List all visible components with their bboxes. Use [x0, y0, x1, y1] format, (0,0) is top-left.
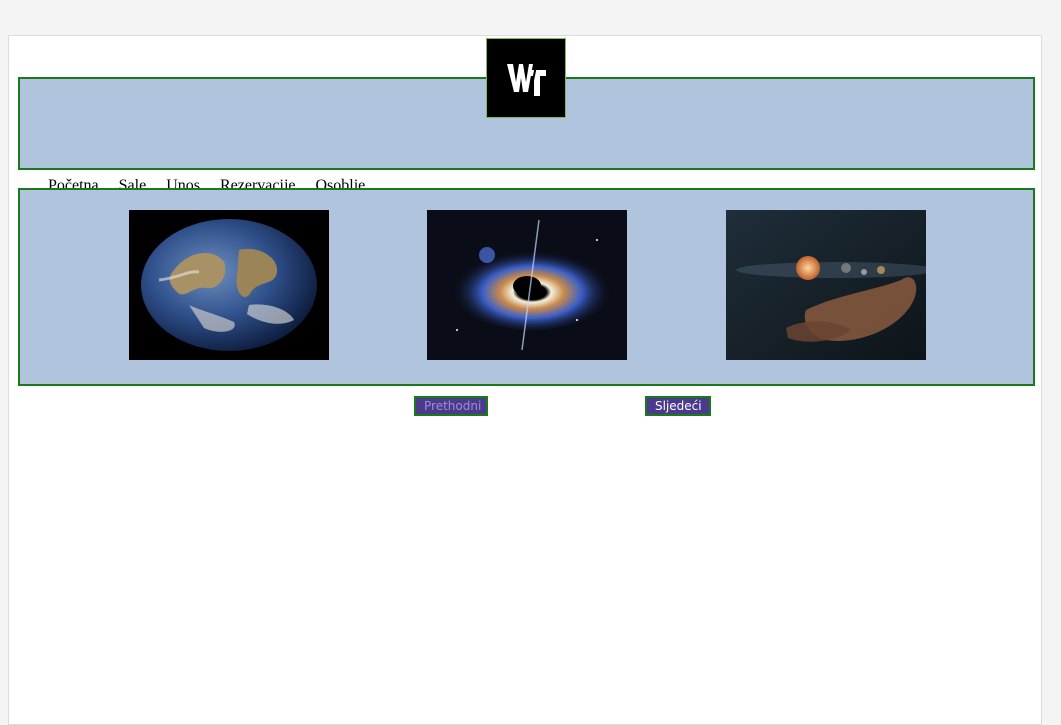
gallery-image-black-hole[interactable] [427, 210, 627, 360]
page-container: Početna Sale Unos Rezervacije Osoblje Pr… [8, 35, 1042, 725]
image-gallery [18, 188, 1035, 386]
next-button[interactable]: Sljedeći [645, 396, 711, 416]
gallery-image-hand-planets[interactable] [726, 210, 926, 360]
previous-button[interactable]: Prethodni [414, 396, 488, 416]
site-logo[interactable] [486, 38, 566, 118]
gallery-image-earth[interactable] [129, 210, 329, 360]
wt-logo-icon [507, 64, 546, 96]
